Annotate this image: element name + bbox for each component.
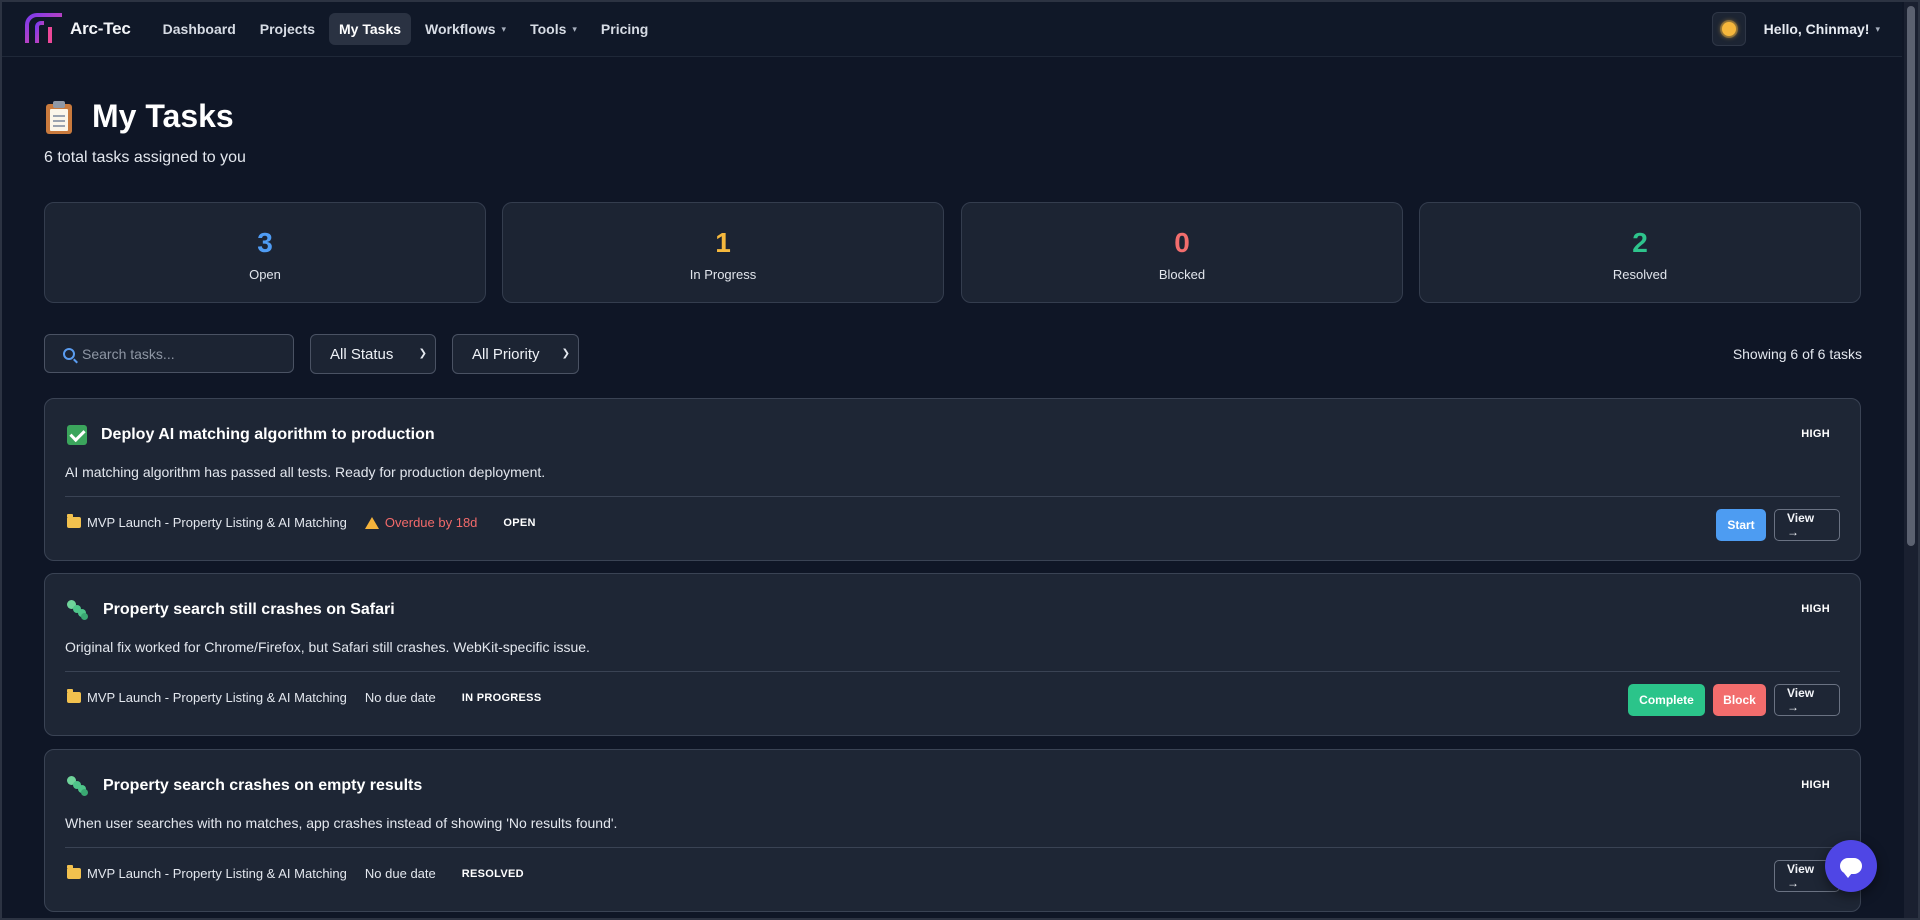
stat-card-blocked: 0 Blocked — [961, 202, 1403, 303]
divider — [65, 671, 1840, 672]
sun-icon — [1721, 22, 1736, 36]
nav-my-tasks-label: My Tasks — [339, 21, 402, 37]
task-due: No due date — [364, 866, 436, 881]
task-project: MVP Launch - Property Listing & AI Match… — [87, 690, 347, 705]
status-filter-select[interactable]: All Status ❯ — [310, 334, 436, 374]
stat-label: In Progress — [689, 267, 757, 282]
nav-links: Dashboard Projects My Tasks Workflows ▾ T… — [153, 13, 659, 45]
task-description: Original fix worked for Chrome/Firefox, … — [65, 639, 590, 655]
complete-button[interactable]: Complete — [1628, 684, 1705, 716]
task-card[interactable]: Property search crashes on empty results… — [44, 749, 1861, 912]
folder-icon — [67, 514, 81, 528]
priority-filter-select[interactable]: All Priority ❯ — [452, 334, 579, 374]
stat-label: Resolved — [1612, 267, 1668, 282]
status-badge: IN PROGRESS — [461, 691, 542, 704]
chevron-down-icon: ▾ — [501, 24, 507, 34]
stat-card-open: 3 Open — [44, 202, 486, 303]
task-due: No due date — [364, 690, 436, 705]
start-button[interactable]: Start — [1716, 509, 1766, 541]
search-box — [44, 334, 294, 373]
stat-card-in-progress: 1 In Progress — [502, 202, 944, 303]
task-description: When user searches with no matches, app … — [65, 815, 618, 831]
theme-toggle-button[interactable] — [1711, 12, 1746, 46]
nav-workflows-label: Workflows — [425, 21, 496, 37]
nav-workflows[interactable]: Workflows ▾ — [415, 13, 516, 45]
task-header: Property search crashes on empty results — [67, 776, 422, 796]
stat-card-resolved: 2 Resolved — [1419, 202, 1861, 303]
task-card[interactable]: Property search still crashes on Safari … — [44, 573, 1861, 736]
scrollbar-thumb[interactable] — [1907, 6, 1915, 546]
chevron-down-icon: ▾ — [1875, 24, 1880, 34]
task-title[interactable]: Property search still crashes on Safari — [103, 601, 395, 619]
divider — [65, 847, 1840, 848]
priority-badge: HIGH — [1801, 603, 1830, 615]
nav-projects[interactable]: Projects — [250, 13, 325, 45]
user-menu[interactable]: Hello, Chinmay! ▾ — [1764, 21, 1880, 37]
brand-name: Arc-Tec — [70, 19, 131, 38]
clipboard-icon — [44, 100, 74, 134]
priority-filter-value: All Priority — [472, 345, 540, 363]
chat-icon — [1840, 858, 1862, 878]
task-title[interactable]: Property search crashes on empty results — [103, 777, 422, 795]
task-header: Deploy AI matching algorithm to producti… — [67, 425, 435, 445]
nav-pricing[interactable]: Pricing — [591, 13, 658, 45]
task-project: MVP Launch - Property Listing & AI Match… — [87, 515, 347, 530]
chat-button[interactable] — [1825, 840, 1877, 892]
task-card[interactable]: Deploy AI matching algorithm to producti… — [44, 398, 1861, 561]
warning-icon — [364, 516, 379, 529]
search-icon — [63, 347, 75, 360]
task-meta: MVP Launch - Property Listing & AI Match… — [67, 689, 542, 705]
status-badge: RESOLVED — [461, 867, 524, 880]
task-title[interactable]: Deploy AI matching algorithm to producti… — [101, 426, 435, 444]
task-actions: Complete Block View → — [1628, 684, 1840, 716]
task-meta: MVP Launch - Property Listing & AI Match… — [67, 865, 524, 881]
view-button[interactable]: View → — [1774, 509, 1840, 541]
stat-label: Blocked — [1158, 267, 1206, 282]
task-meta: MVP Launch - Property Listing & AI Match… — [67, 514, 536, 530]
status-filter-value: All Status — [330, 345, 394, 363]
nav-pricing-label: Pricing — [600, 21, 649, 37]
stat-value: 3 — [257, 227, 273, 258]
stat-value: 2 — [1632, 227, 1648, 258]
task-due: Overdue by 18d — [384, 515, 478, 530]
chevron-down-icon: ❯ — [418, 348, 427, 359]
task-actions: Start View → — [1716, 509, 1840, 541]
task-project: MVP Launch - Property Listing & AI Match… — [87, 866, 347, 881]
priority-badge: HIGH — [1801, 779, 1830, 791]
status-badge: OPEN — [503, 516, 536, 529]
folder-icon — [67, 865, 81, 879]
results-count: Showing 6 of 6 tasks — [1732, 346, 1862, 362]
page-header: My Tasks — [44, 98, 234, 135]
bug-icon — [67, 600, 89, 620]
scrollbar[interactable] — [1904, 2, 1918, 918]
brand[interactable]: Arc-Tec — [24, 13, 131, 45]
divider — [65, 496, 1840, 497]
nav-tools-label: Tools — [530, 21, 567, 37]
nav-my-tasks[interactable]: My Tasks — [329, 13, 412, 45]
stat-value: 1 — [715, 227, 731, 258]
page-title: My Tasks — [92, 98, 234, 134]
search-input[interactable] — [82, 345, 282, 362]
nav-projects-label: Projects — [259, 21, 316, 37]
folder-icon — [67, 689, 81, 703]
check-icon — [67, 425, 87, 445]
bug-icon — [67, 776, 89, 796]
task-header: Property search still crashes on Safari — [67, 600, 395, 620]
task-description: AI matching algorithm has passed all tes… — [65, 464, 546, 480]
priority-badge: HIGH — [1801, 428, 1830, 440]
chevron-down-icon: ▾ — [572, 24, 577, 34]
block-button[interactable]: Block — [1713, 684, 1766, 716]
top-nav: Arc-Tec Dashboard Projects My Tasks Work… — [2, 2, 1902, 57]
page-subtitle: 6 total tasks assigned to you — [44, 149, 246, 166]
chevron-down-icon: ❯ — [561, 348, 570, 359]
stat-label: Open — [249, 267, 281, 282]
nav-dashboard-label: Dashboard — [162, 21, 236, 37]
view-button[interactable]: View → — [1774, 684, 1840, 716]
arc-tec-logo-icon — [25, 13, 62, 43]
stat-value: 0 — [1174, 227, 1190, 258]
user-greeting: Hello, Chinmay! — [1763, 21, 1870, 37]
nav-dashboard[interactable]: Dashboard — [153, 13, 246, 45]
nav-right: Hello, Chinmay! ▾ — [1711, 12, 1880, 46]
nav-tools[interactable]: Tools ▾ — [520, 13, 587, 45]
